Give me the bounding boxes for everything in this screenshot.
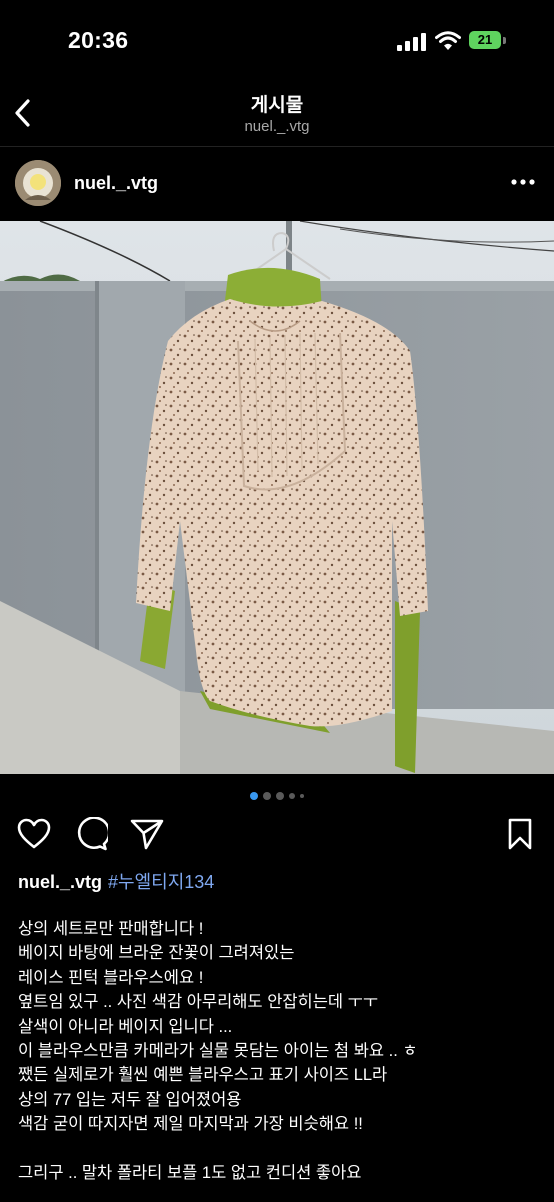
caption-username[interactable]: nuel._.vtg	[18, 872, 102, 892]
caption-header: nuel._.vtg #누엘티지134	[18, 868, 538, 894]
caption-line: 살색이 아니라 베이지 입니다 ...	[18, 1017, 233, 1036]
status-bar: 20:36 21	[0, 0, 554, 80]
send-icon	[130, 819, 164, 850]
page-title: 게시물	[250, 95, 304, 116]
battery-icon: 21	[469, 31, 507, 51]
carousel-dot	[263, 792, 271, 800]
caption-line: 옆트임 있구 .. 사진 색감 아무리해도 안잡히는데 ㅜㅜ	[18, 993, 379, 1012]
post-header: nuel._.vtg	[0, 148, 554, 220]
wifi-icon	[435, 31, 461, 50]
caption-hashtag[interactable]: #누엘티지134	[108, 872, 214, 892]
comment-button[interactable]	[73, 816, 109, 852]
post-image[interactable]	[0, 221, 554, 774]
battery-cap	[503, 37, 506, 44]
caption-line: 레이스 핀턱 블라우스에요 !	[18, 968, 204, 987]
share-button[interactable]	[129, 816, 165, 852]
cellular-signal-icon	[397, 33, 426, 51]
action-bar	[0, 812, 554, 858]
heart-icon	[17, 818, 51, 849]
status-time: 20:36	[68, 27, 129, 53]
scroll-fade	[169, 1179, 421, 1202]
caption-line: 이 블라우스만큼 카메라가 실물 못담는 아이는 첨 봐요 .. ㅎ	[18, 1042, 418, 1061]
caption-line: 상의 세트로만 판매합니다 !	[18, 920, 204, 938]
ellipsis-icon	[511, 179, 535, 185]
comment-icon	[77, 817, 108, 851]
carousel-dot-active	[250, 792, 258, 800]
carousel-indicator	[0, 791, 554, 801]
more-options-button[interactable]	[508, 170, 538, 194]
page-subtitle: nuel._.vtg	[244, 118, 310, 135]
caption-body: 상의 세트로만 판매합니다 ! 베이지 바탕에 브라운 잔꽃이 그려져있는 레이…	[18, 917, 546, 1185]
like-button[interactable]	[16, 816, 52, 852]
blouse-photo	[0, 221, 554, 774]
carousel-dot	[300, 794, 304, 798]
bookmark-button[interactable]	[502, 816, 538, 852]
avatar[interactable]	[15, 160, 61, 206]
post-username[interactable]: nuel._.vtg	[74, 173, 158, 194]
caption-line: 베이지 바탕에 브라운 잔꽃이 그려져있는	[18, 944, 295, 963]
nav-header: 게시물 nuel._.vtg	[0, 80, 554, 147]
caption-line: 쨌든 실제로가 훨씬 예쁜 블라우스고 표기 사이즈 LL라	[18, 1066, 388, 1085]
carousel-dot	[289, 793, 295, 799]
caption-line: 색감 굳이 따지자면 제일 마지막과 가장 비슷해요 !!	[18, 1115, 363, 1134]
caption-line: 상의 77 입는 저두 잘 입어졌어용	[18, 1090, 242, 1109]
avatar-image	[15, 160, 61, 206]
bookmark-icon	[508, 818, 532, 850]
battery-level: 21	[469, 31, 501, 49]
carousel-dot	[276, 792, 284, 800]
